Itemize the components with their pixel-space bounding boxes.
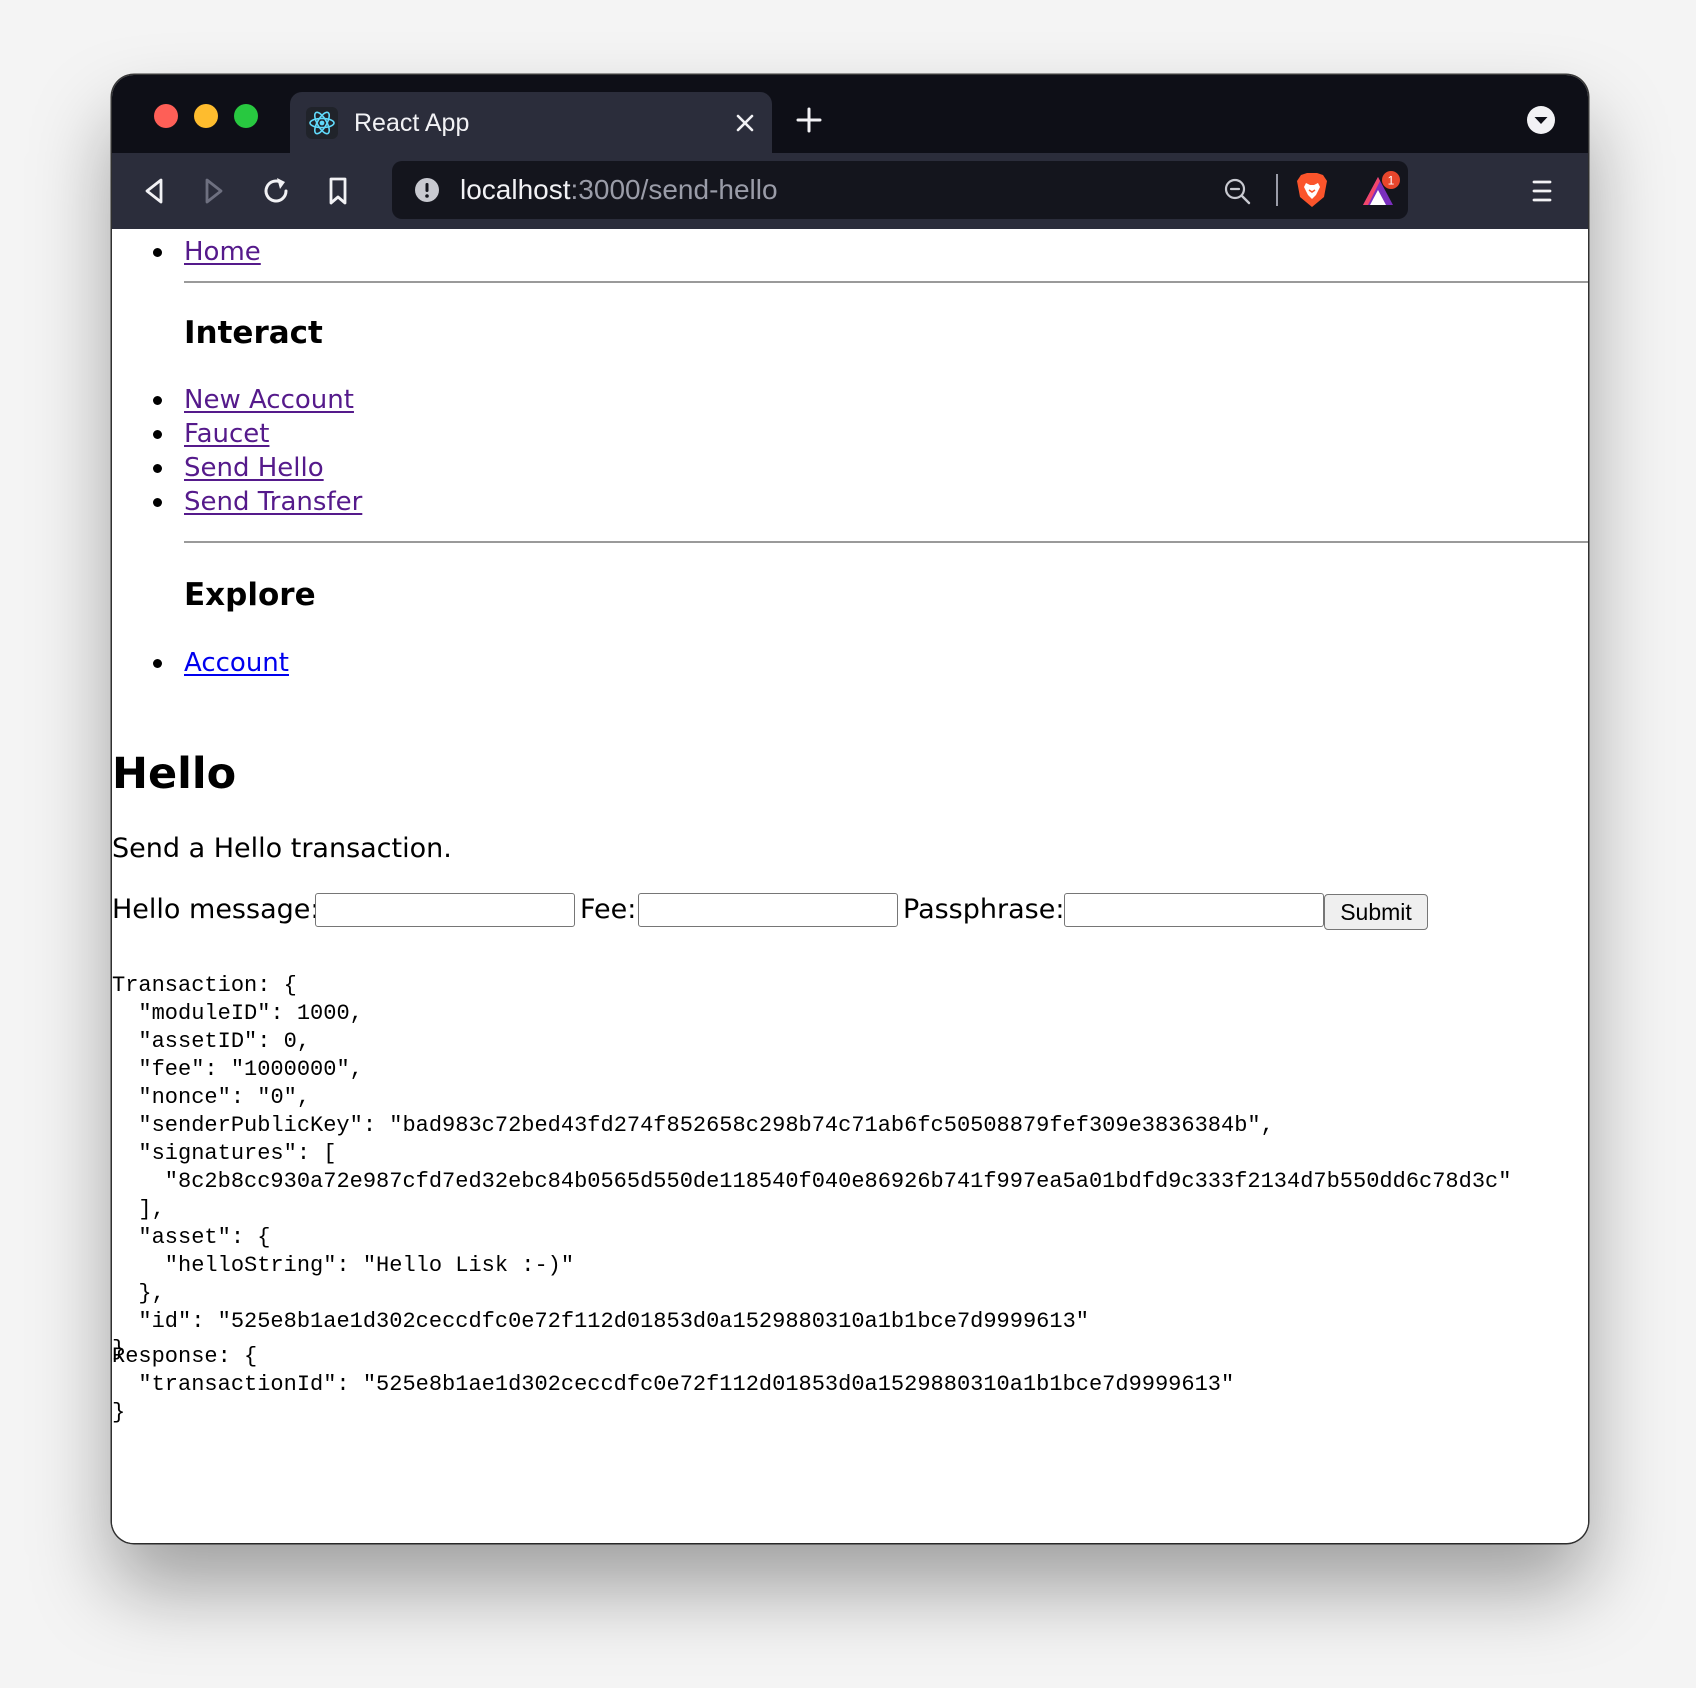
passphrase-label: Passphrase:: [903, 894, 1065, 925]
fee-label: Fee:: [580, 894, 637, 925]
hello-message-label: Hello message:: [112, 894, 320, 925]
nav-item-faucet: Faucet: [112, 417, 1588, 451]
tx-signature: 8c2b8cc930a72e987cfd7ed32ebc84b0565d550d…: [178, 1169, 1499, 1194]
tx-asset-id: 0: [283, 1029, 297, 1054]
url-text[interactable]: localhost:3000/send-hello: [460, 172, 778, 208]
tx-hello-string: Hello Lisk :-): [376, 1253, 561, 1278]
home-link[interactable]: Home: [184, 237, 261, 267]
transaction-label: Transaction: [112, 973, 258, 998]
browser-window: React App localhost:3000/send-hello 1 Ho…: [112, 75, 1588, 1543]
screenshot-backdrop: React App localhost:3000/send-hello 1 Ho…: [0, 0, 1696, 1688]
hello-form: Hello message: Fee: Passphrase: Submit: [112, 893, 1588, 931]
reload-icon[interactable]: [258, 173, 294, 209]
hamburger-menu-icon[interactable]: [1526, 175, 1558, 207]
nav-item-send-hello: Send Hello: [112, 451, 1588, 485]
transaction-output: Transaction: { "moduleID": 1000, "assetI…: [112, 973, 1512, 1362]
nav-item-account: Account: [112, 646, 1588, 680]
brave-rewards-icon[interactable]: 1: [1360, 171, 1400, 209]
bookmark-icon[interactable]: [320, 173, 356, 209]
new-account-link[interactable]: New Account: [184, 385, 354, 415]
nav-item-send-transfer: Send Transfer: [112, 485, 1588, 519]
divider-bottom: [184, 541, 1588, 543]
hello-message-input[interactable]: [315, 893, 575, 927]
interact-heading: Interact: [184, 315, 323, 351]
tab-list-dropdown-icon[interactable]: [1526, 105, 1556, 135]
submit-button[interactable]: Submit: [1324, 894, 1428, 930]
nav-item-home: Home: [112, 235, 1588, 269]
response-transaction-id: 525e8b1ae1d302ceccdfc0e72f112d01853d0a15…: [376, 1372, 1221, 1397]
close-tab-icon[interactable]: [730, 108, 760, 138]
address-bar[interactable]: localhost:3000/send-hello 1: [392, 161, 1408, 219]
tx-sender-public-key: bad983c72bed43fd274f852658c298b74c71ab6f…: [402, 1113, 1248, 1138]
react-icon: [306, 107, 338, 139]
zoom-window-button[interactable]: [234, 104, 258, 128]
zoom-out-icon[interactable]: [1222, 176, 1252, 206]
send-transfer-link[interactable]: Send Transfer: [184, 487, 362, 517]
interact-nav-list: New Account Faucet Send Hello Send Trans…: [112, 383, 1588, 519]
navigation-toolbar: localhost:3000/send-hello 1: [112, 153, 1588, 229]
page-description: Send a Hello transaction.: [112, 833, 452, 864]
tx-nonce: 0: [270, 1085, 284, 1110]
explore-heading: Explore: [184, 577, 316, 613]
tab-title: React App: [354, 109, 470, 137]
tx-module-id: 1000: [296, 1001, 350, 1026]
fee-input[interactable]: [638, 893, 898, 927]
url-path: :3000/send-hello: [570, 174, 778, 205]
divider-top: [184, 281, 1588, 283]
explore-nav-list: Account: [112, 646, 1588, 680]
url-host: localhost: [460, 174, 571, 205]
rewards-badge-count: 1: [1388, 174, 1395, 188]
address-bar-divider: [1276, 174, 1278, 206]
close-window-button[interactable]: [154, 104, 178, 128]
tab-react-app[interactable]: React App: [290, 92, 772, 153]
new-tab-icon[interactable]: [794, 105, 824, 135]
info-icon[interactable]: [414, 177, 440, 203]
response-label: Response: [112, 1344, 218, 1369]
page-title: Hello: [112, 749, 237, 799]
tx-id: 525e8b1ae1d302ceccdfc0e72f112d01853d0a15…: [230, 1309, 1076, 1334]
brave-shields-icon[interactable]: [1295, 171, 1329, 209]
minimize-window-button[interactable]: [194, 104, 218, 128]
tab-bar: React App: [112, 75, 1588, 153]
passphrase-input[interactable]: [1064, 893, 1324, 927]
tx-fee: 1000000: [244, 1057, 337, 1082]
forward-arrow-icon[interactable]: [196, 173, 232, 209]
account-link[interactable]: Account: [184, 648, 289, 678]
faucet-link[interactable]: Faucet: [184, 419, 269, 449]
back-arrow-icon[interactable]: [136, 173, 172, 209]
nav-item-new-account: New Account: [112, 383, 1588, 417]
home-nav-list: Home: [112, 235, 1588, 269]
response-output: Response: { "transactionId": "525e8b1ae1…: [112, 1344, 1235, 1425]
page-content: Home Interact New Account Faucet Send He…: [112, 229, 1588, 1543]
send-hello-link[interactable]: Send Hello: [184, 453, 324, 483]
